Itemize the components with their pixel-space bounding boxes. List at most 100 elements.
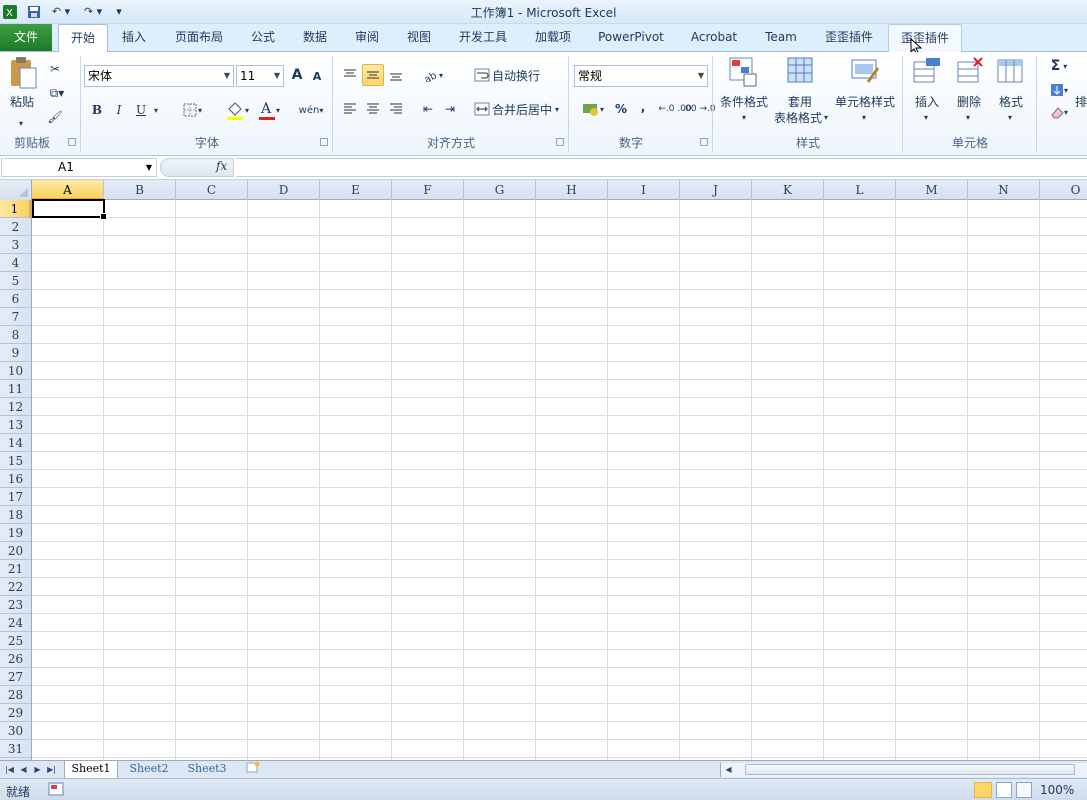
column-header[interactable]: H [536, 180, 608, 200]
row-header[interactable]: 11 [0, 380, 31, 398]
row-header[interactable]: 3 [0, 236, 31, 254]
tab-acrobat[interactable]: Acrobat [682, 24, 746, 52]
tab-developer[interactable]: 开发工具 [450, 24, 516, 52]
format-cells-icon[interactable] [996, 56, 1026, 86]
column-header[interactable]: B [104, 180, 176, 200]
worksheet-grid[interactable]: ABCDEFGHIJKLMNO 1 2 3 4 5 6 7 8 9 10 11 12 13 14 15 16 1… [0, 180, 1087, 760]
tab-insert[interactable]: 插入 [112, 24, 156, 52]
row-header[interactable]: 14 [0, 434, 31, 452]
scroll-left-icon[interactable]: ◀ [723, 763, 734, 776]
format-painter-icon[interactable]: 🖌 [46, 108, 64, 126]
column-header[interactable]: J [680, 180, 752, 200]
row-header[interactable]: 13 [0, 416, 31, 434]
clipboard-launcher-icon[interactable] [68, 138, 76, 146]
row-header[interactable]: 29 [0, 704, 31, 722]
underline-dropdown-icon[interactable]: ▾ [150, 102, 162, 118]
conditional-formatting-icon[interactable] [728, 56, 758, 87]
column-header[interactable]: F [392, 180, 464, 200]
font-name-combo[interactable]: 宋体 ▼ [84, 65, 234, 87]
next-sheet-icon[interactable]: ▶ [32, 763, 43, 776]
row-header[interactable]: 6 [0, 290, 31, 308]
paste-button[interactable]: 粘贴 [6, 92, 38, 110]
delete-cells-button[interactable]: 删除 [950, 92, 988, 110]
align-center-icon[interactable] [362, 98, 384, 120]
row-header[interactable]: 5 [0, 272, 31, 290]
zoom-level[interactable]: 100% [1040, 783, 1074, 797]
scrollbar-thumb[interactable] [745, 764, 1075, 775]
insert-cells-button[interactable]: 插入 [908, 92, 946, 110]
tab-formulas[interactable]: 公式 [242, 24, 284, 52]
merge-center-icon[interactable] [472, 98, 492, 120]
row-header[interactable]: 12 [0, 398, 31, 416]
normal-view-icon[interactable] [974, 782, 992, 798]
tab-team[interactable]: Team [756, 24, 806, 52]
cell-styles-icon[interactable] [850, 56, 880, 86]
insert-function-button[interactable]: fx [216, 159, 227, 173]
row-header[interactable]: 24 [0, 614, 31, 632]
wrap-text-icon[interactable] [472, 64, 492, 86]
insert-dropdown-icon[interactable]: ▾ [920, 112, 932, 122]
grow-font-button[interactable]: A [288, 65, 306, 85]
tab-view[interactable]: 视图 [398, 24, 440, 52]
column-header[interactable]: E [320, 180, 392, 200]
align-top-icon[interactable] [340, 64, 360, 86]
row-header[interactable]: 9 [0, 344, 31, 362]
paste-icon[interactable] [8, 56, 38, 89]
copy-icon[interactable]: ⧉▾ [44, 84, 70, 102]
column-header[interactable]: M [896, 180, 968, 200]
font-launcher-icon[interactable] [320, 138, 328, 146]
merge-center-button[interactable]: 合并后居中 ▾ [492, 98, 566, 120]
row-header[interactable]: 10 [0, 362, 31, 380]
row-header[interactable]: 30 [0, 722, 31, 740]
bold-button[interactable]: B [88, 100, 106, 120]
align-left-icon[interactable] [340, 98, 360, 120]
row-header[interactable]: 23 [0, 596, 31, 614]
cell-styles-dropdown-icon[interactable]: ▾ [858, 112, 870, 122]
alignment-launcher-icon[interactable] [556, 138, 564, 146]
prev-sheet-icon[interactable]: ◀ [18, 763, 29, 776]
underline-button[interactable]: U [132, 100, 150, 120]
tab-addins[interactable]: 加载项 [526, 24, 580, 52]
column-header[interactable]: I [608, 180, 680, 200]
delete-dropdown-icon[interactable]: ▾ [962, 112, 974, 122]
row-header[interactable]: 20 [0, 542, 31, 560]
sheet-tab-2[interactable]: Sheet2 [122, 761, 176, 778]
row-header[interactable]: 19 [0, 524, 31, 542]
tab-review[interactable]: 审阅 [346, 24, 388, 52]
insert-sheet-icon[interactable] [240, 761, 266, 778]
align-right-icon[interactable] [386, 98, 406, 120]
cut-icon[interactable]: ✂ [46, 60, 64, 78]
page-layout-view-icon[interactable] [996, 782, 1012, 798]
active-cell[interactable] [32, 199, 107, 220]
formula-input[interactable] [236, 158, 1087, 177]
column-header[interactable]: N [968, 180, 1040, 200]
insert-cells-icon[interactable] [912, 56, 942, 86]
row-header[interactable]: 4 [0, 254, 31, 272]
row-header[interactable]: 25 [0, 632, 31, 650]
row-header[interactable]: 2 [0, 218, 31, 236]
paste-dropdown-icon[interactable]: ▾ [14, 118, 28, 128]
tab-page-layout[interactable]: 页面布局 [166, 24, 232, 52]
comma-button[interactable]: , [636, 96, 650, 118]
row-header[interactable]: 27 [0, 668, 31, 686]
column-header[interactable]: G [464, 180, 536, 200]
column-header[interactable]: O [1040, 180, 1087, 200]
tab-data[interactable]: 数据 [294, 24, 336, 52]
row-header[interactable]: 18 [0, 506, 31, 524]
column-header[interactable]: A [32, 180, 104, 200]
decrease-decimal-button[interactable]: .00 →.0 [682, 98, 715, 120]
decrease-indent-icon[interactable]: ⇤ [418, 98, 438, 120]
tab-home[interactable]: 开始 [58, 24, 108, 53]
row-header[interactable]: 21 [0, 560, 31, 578]
wrap-text-button[interactable]: 自动换行 [492, 64, 542, 86]
tab-plugin-2[interactable]: 歪歪插件 [888, 24, 962, 52]
orientation-icon[interactable]: ab ▾ [418, 64, 448, 86]
sheet-tab-1[interactable]: Sheet1 [64, 761, 118, 778]
fill-icon[interactable]: ▾ [1044, 80, 1074, 100]
format-cells-button[interactable]: 格式 [992, 92, 1030, 110]
delete-cells-icon[interactable] [956, 56, 986, 86]
column-header[interactable]: C [176, 180, 248, 200]
accounting-format-icon[interactable]: ▾ [576, 98, 610, 120]
cell-area[interactable] [32, 200, 1087, 760]
row-header[interactable]: 31 [0, 740, 31, 758]
